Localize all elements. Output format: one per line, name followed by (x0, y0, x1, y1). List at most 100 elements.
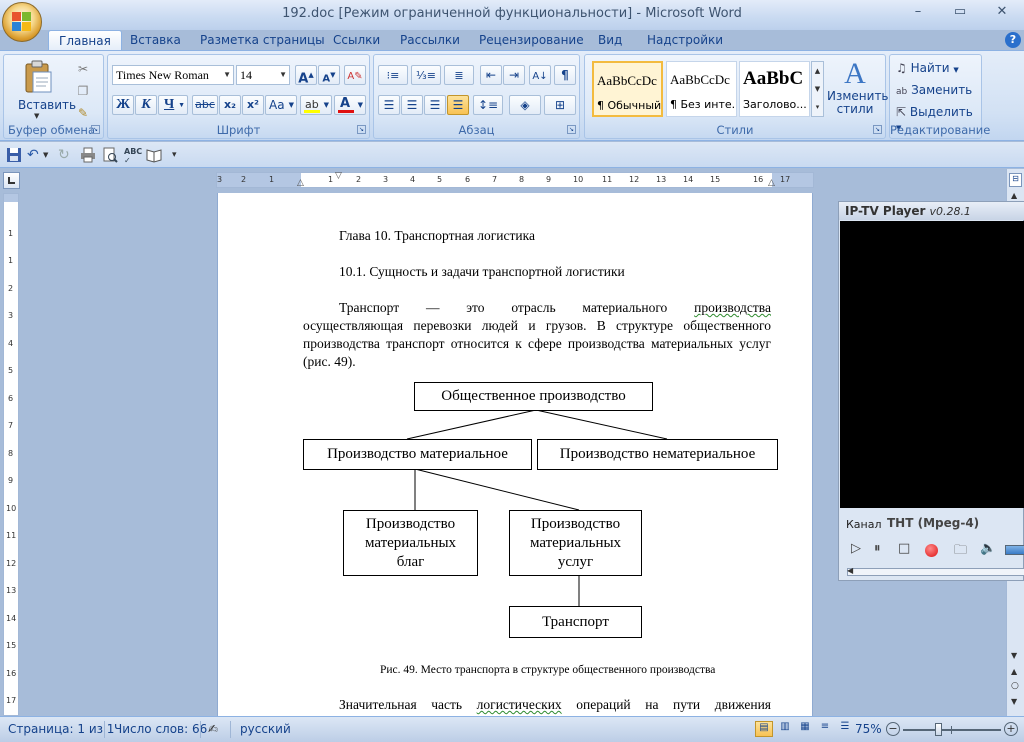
subscript-button[interactable]: x₂ (219, 95, 241, 115)
split-handle-icon[interactable]: ⊟ (1009, 173, 1022, 187)
print-preview-icon[interactable] (102, 147, 118, 163)
volume-slider[interactable] (1005, 545, 1024, 555)
word-count[interactable]: Число слов: 66 (114, 722, 207, 736)
tab-addins[interactable]: Надстройки (647, 30, 723, 51)
dialog-launcher-icon[interactable]: ↘ (357, 125, 366, 134)
bold-button[interactable]: Ж (112, 95, 134, 115)
stop-icon[interactable]: □ (898, 541, 910, 556)
replace-button[interactable]: ab Заменить (896, 83, 980, 101)
align-right-button[interactable]: ☰ (424, 95, 446, 115)
document-page[interactable]: Глава 10. Транспортная логистика 10.1. С… (217, 193, 813, 716)
strikethrough-button[interactable]: abc (192, 95, 218, 115)
hanging-indent-icon[interactable]: △ (297, 178, 304, 188)
view-full-screen-icon[interactable]: ▥ (776, 721, 794, 737)
proofing-icon[interactable]: ✍ (208, 722, 218, 736)
tab-review[interactable]: Рецензирование (479, 30, 584, 51)
select-button[interactable]: ⇱ Выделить ▼ (896, 105, 982, 132)
font-color-button[interactable]: A ▼ (334, 95, 366, 115)
print-icon[interactable] (80, 147, 96, 163)
cut-button[interactable]: ✂ (72, 59, 94, 79)
shrink-font-button[interactable]: A▼ (318, 65, 340, 85)
dialog-launcher-icon[interactable]: ↘ (91, 125, 100, 134)
superscript-button[interactable]: x² (242, 95, 264, 115)
minimize-button[interactable]: – (905, 4, 931, 24)
dialog-launcher-icon[interactable]: ↘ (567, 125, 576, 134)
format-painter-button[interactable]: ✎ (72, 103, 94, 123)
copy-button[interactable]: ❐ (72, 81, 94, 101)
channel-name[interactable]: ТНТ (Mpeg-4) (887, 516, 979, 530)
style-no-spacing[interactable]: AaBbCcDc ¶ Без инте... (666, 61, 737, 117)
tab-page-layout[interactable]: Разметка страницы (200, 30, 325, 51)
show-marks-button[interactable]: ¶ (554, 65, 576, 85)
align-left-button[interactable]: ☰ (378, 95, 400, 115)
chevron-down-icon[interactable]: ▼ (43, 147, 59, 163)
increase-indent-button[interactable]: ⇥ (503, 65, 525, 85)
italic-button[interactable]: К (135, 95, 157, 115)
style-heading-1[interactable]: AaBbC Заголово... (739, 61, 810, 117)
grow-font-button[interactable]: A▲ (295, 65, 317, 86)
seek-bar[interactable]: ◀ (847, 566, 1024, 576)
right-indent-icon[interactable]: △ (768, 178, 775, 188)
undo-icon[interactable]: ↶ (27, 147, 43, 163)
dialog-launcher-icon[interactable]: ↘ (873, 125, 882, 134)
seek-left-icon[interactable]: ◀ (847, 566, 853, 575)
close-button[interactable]: ✕ (989, 4, 1015, 24)
style-normal[interactable]: AaBbCcDc ¶ Обычный (592, 61, 663, 117)
sort-button[interactable]: A↓ (529, 65, 551, 85)
styles-scroll[interactable]: ▲ ▼ ▾ (811, 61, 824, 117)
next-page-icon[interactable]: ▼ (1011, 697, 1017, 706)
tab-view[interactable]: Вид (598, 30, 622, 51)
pause-icon[interactable]: ⏸ (874, 541, 881, 556)
line-spacing-button[interactable]: ↕≡ (473, 95, 503, 115)
open-book-icon[interactable] (146, 147, 162, 163)
save-icon[interactable] (6, 147, 22, 163)
align-center-button[interactable]: ☰ (401, 95, 423, 115)
tab-references[interactable]: Ссылки (333, 30, 380, 51)
horizontal-ruler[interactable]: ▽ △ △ 3 2 1 1 2 3 4 5 6 7 8 9 10 11 12 1… (216, 171, 814, 188)
view-draft-icon[interactable]: ☰ (836, 721, 854, 737)
change-styles-button[interactable]: A Изменить стили (827, 58, 889, 122)
office-button[interactable] (2, 2, 42, 42)
prev-page-icon[interactable]: ▲ (1011, 667, 1017, 676)
borders-button[interactable]: ⊞ (544, 95, 576, 115)
paste-button[interactable]: Вставить ▼ (12, 58, 76, 120)
shading-button[interactable]: ◈ (509, 95, 541, 115)
folder-icon[interactable]: 🗀 (954, 541, 967, 563)
zoom-in-icon[interactable]: + (1004, 722, 1018, 736)
help-icon[interactable]: ? (1005, 32, 1021, 48)
scroll-down-icon[interactable]: ▼ (1011, 651, 1017, 660)
zoom-out-icon[interactable]: − (886, 722, 900, 736)
tab-selector[interactable] (3, 172, 20, 189)
view-outline-icon[interactable]: ≡ (816, 721, 834, 737)
iptv-title-bar[interactable]: IP-TV Player v0.28.1 (839, 202, 1024, 220)
decrease-indent-button[interactable]: ⇤ (480, 65, 502, 85)
highlight-button[interactable]: ab ▼ (300, 95, 332, 115)
customize-qat-icon[interactable]: ▾ (172, 147, 188, 163)
language[interactable]: русский (240, 722, 291, 736)
view-print-layout-icon[interactable]: ▤ (755, 721, 773, 737)
play-icon[interactable]: ▷ (851, 541, 861, 556)
page-count[interactable]: Страница: 1 из 1 (8, 722, 114, 736)
bullets-button[interactable]: ⁝≡ (378, 65, 408, 85)
underline-button[interactable]: Ч ▼ (158, 95, 188, 115)
volume-icon[interactable]: 🔈 (980, 541, 996, 556)
multilevel-button[interactable]: ≣ (444, 65, 474, 85)
change-case-button[interactable]: Aa ▼ (265, 95, 297, 115)
first-line-indent-icon[interactable]: ▽ (335, 171, 342, 181)
record-icon[interactable] (925, 544, 938, 557)
font-size-combo[interactable]: 14 ▼ (236, 65, 290, 85)
tab-mailings[interactable]: Рассылки (400, 30, 460, 51)
video-area[interactable] (840, 221, 1024, 508)
scroll-up-icon[interactable]: ▲ (1011, 191, 1017, 200)
numbering-button[interactable]: ⅓≡ (411, 65, 441, 85)
tab-insert[interactable]: Вставка (130, 30, 181, 51)
spelling-icon[interactable]: ABC ✓ (124, 147, 142, 165)
zoom-slider-track[interactable] (903, 723, 1001, 736)
justify-button[interactable]: ☰ (447, 95, 469, 115)
tab-home[interactable]: Главная (48, 30, 122, 51)
maximize-button[interactable]: ▭ (947, 4, 973, 24)
find-button[interactable]: ♫ Найти ▼ (896, 61, 980, 79)
zoom-level[interactable]: 75% (855, 722, 882, 736)
view-web-layout-icon[interactable]: ▦ (796, 721, 814, 737)
vertical-ruler[interactable]: 1 1 2 3 4 5 6 7 8 9 10 11 12 13 14 15 16… (3, 193, 19, 716)
